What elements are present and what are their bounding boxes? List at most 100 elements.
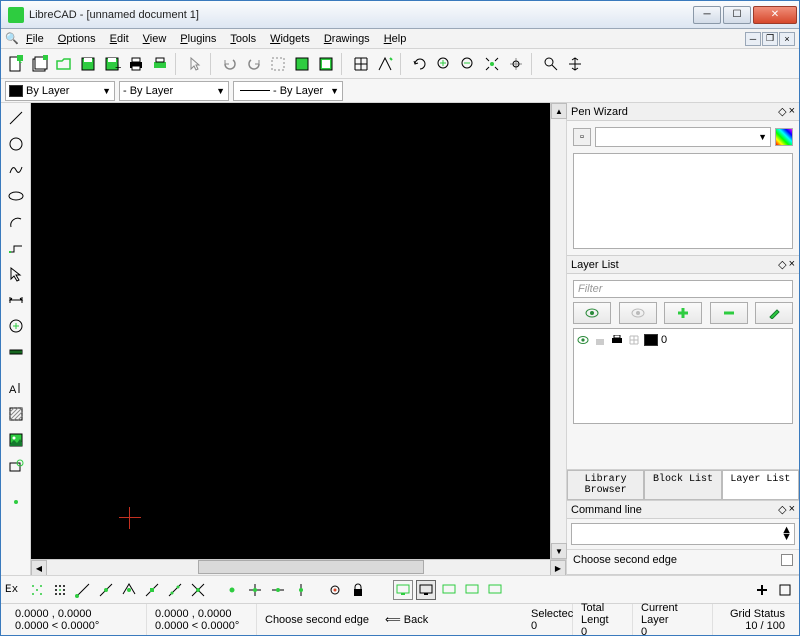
layer-color-combo[interactable]: By Layer ▼: [5, 81, 115, 101]
command-history[interactable]: ▲▼: [571, 523, 795, 545]
menu-plugins[interactable]: Plugins: [173, 31, 223, 47]
history-down-icon[interactable]: ▼: [781, 534, 792, 541]
show-all-layers-icon[interactable]: [573, 302, 611, 324]
restrict-nothing-icon[interactable]: [222, 580, 242, 600]
menu-file[interactable]: File: [19, 31, 51, 47]
maximize-button[interactable]: ☐: [723, 6, 751, 24]
tab-layer-list[interactable]: Layer List: [722, 470, 799, 500]
construction-icon[interactable]: [627, 333, 641, 347]
print-preview-icon[interactable]: [149, 53, 171, 75]
lock-relative-zero-icon[interactable]: [348, 580, 368, 600]
undo-icon[interactable]: [219, 53, 241, 75]
save-icon[interactable]: [77, 53, 99, 75]
drawing-canvas[interactable]: [31, 103, 550, 559]
save-as-icon[interactable]: +: [101, 53, 123, 75]
undock-icon[interactable]: ◇: [778, 105, 786, 118]
select-tool-icon[interactable]: [5, 263, 27, 285]
eye-icon[interactable]: [576, 333, 590, 347]
lock-icon[interactable]: [593, 333, 607, 347]
restrict-vertical-icon[interactable]: [291, 580, 311, 600]
back-arrow-icon[interactable]: ⟸: [385, 613, 401, 626]
fullscreen2-icon[interactable]: [315, 53, 337, 75]
scroll-left-icon[interactable]: ◀: [31, 560, 47, 575]
close-panel-icon[interactable]: ×: [789, 503, 795, 516]
monitor4-icon[interactable]: [462, 580, 482, 600]
new-sheet-icon[interactable]: [29, 53, 51, 75]
restrict-horizontal-icon[interactable]: [268, 580, 288, 600]
view-frame-icon[interactable]: [775, 580, 795, 600]
menu-options[interactable]: Options: [51, 31, 103, 47]
close-button[interactable]: ✕: [753, 6, 797, 24]
open-file-icon[interactable]: [53, 53, 75, 75]
fullscreen-icon[interactable]: [291, 53, 313, 75]
tab-block-list[interactable]: Block List: [644, 470, 721, 500]
layer-filter-input[interactable]: Filter: [573, 280, 793, 298]
layer-list[interactable]: 0: [573, 328, 793, 424]
mdi-close[interactable]: ×: [779, 32, 795, 46]
snap-intersection-icon[interactable]: [188, 580, 208, 600]
search-icon[interactable]: 🔍: [5, 32, 19, 45]
scroll-right-icon[interactable]: ▶: [550, 560, 566, 575]
layer-style-combo[interactable]: - By Layer ▼: [233, 81, 343, 101]
monitor5-icon[interactable]: [485, 580, 505, 600]
cut-icon[interactable]: [267, 53, 289, 75]
monitor2-icon[interactable]: [416, 580, 436, 600]
tab-library-browser[interactable]: Library Browser: [567, 470, 644, 500]
hide-all-layers-icon[interactable]: [619, 302, 657, 324]
block-tool-icon[interactable]: [5, 455, 27, 477]
horizontal-scrollbar[interactable]: ◀ ▶: [31, 559, 566, 575]
menu-edit[interactable]: Edit: [103, 31, 136, 47]
snap-on-entity-icon[interactable]: [96, 580, 116, 600]
restrict-orthogonal-icon[interactable]: [245, 580, 265, 600]
dimension-tool-icon[interactable]: [5, 289, 27, 311]
snap-middle-icon[interactable]: [142, 580, 162, 600]
snap-center-icon[interactable]: [119, 580, 139, 600]
draft-icon[interactable]: [374, 53, 396, 75]
layer-width-combo[interactable]: - By Layer ▼: [119, 81, 229, 101]
close-panel-icon[interactable]: ×: [789, 258, 795, 271]
redo-icon[interactable]: [243, 53, 265, 75]
menu-drawings[interactable]: Drawings: [317, 31, 377, 47]
snap-distance-icon[interactable]: [165, 580, 185, 600]
undock-icon[interactable]: ◇: [778, 503, 786, 516]
minimize-button[interactable]: ─: [693, 6, 721, 24]
image-tool-icon[interactable]: [5, 429, 27, 451]
zoom-in-icon[interactable]: [433, 53, 455, 75]
relative-zero-icon[interactable]: [325, 580, 345, 600]
measure-tool-icon[interactable]: [5, 341, 27, 363]
scroll-thumb[interactable]: [198, 560, 424, 574]
cursor-icon[interactable]: [184, 53, 206, 75]
snap-free-icon[interactable]: [27, 580, 47, 600]
hatch-tool-icon[interactable]: [5, 403, 27, 425]
mdi-minimize[interactable]: ─: [745, 32, 761, 46]
add-view-icon[interactable]: [752, 580, 772, 600]
remove-layer-icon[interactable]: [710, 302, 748, 324]
command-options-icon[interactable]: [781, 554, 793, 566]
zoom-extents-icon[interactable]: [481, 53, 503, 75]
color-picker-icon[interactable]: [775, 128, 793, 146]
add-layer-icon[interactable]: [664, 302, 702, 324]
layer-row[interactable]: 0: [576, 331, 790, 349]
zoom-out-icon[interactable]: [457, 53, 479, 75]
scroll-down-icon[interactable]: ▼: [551, 543, 567, 559]
polyline-tool-icon[interactable]: [5, 237, 27, 259]
print-icon[interactable]: [125, 53, 147, 75]
zoom-previous-icon[interactable]: [505, 53, 527, 75]
curve-tool-icon[interactable]: [5, 159, 27, 181]
monitor1-icon[interactable]: [393, 580, 413, 600]
circle-tool-icon[interactable]: [5, 133, 27, 155]
edit-layer-icon[interactable]: [755, 302, 793, 324]
modify-tool-icon[interactable]: [5, 315, 27, 337]
arc-tool-icon[interactable]: [5, 211, 27, 233]
line-tool-icon[interactable]: [5, 107, 27, 129]
text-tool-icon[interactable]: A: [5, 377, 27, 399]
menu-widgets[interactable]: Widgets: [263, 31, 317, 47]
pen-combo[interactable]: ▼: [595, 127, 771, 147]
menu-view[interactable]: View: [136, 31, 174, 47]
new-file-icon[interactable]: [5, 53, 27, 75]
point-tool-icon[interactable]: [5, 491, 27, 513]
menu-help[interactable]: Help: [377, 31, 414, 47]
vertical-scrollbar[interactable]: ▲ ▼: [550, 103, 566, 559]
menu-tools[interactable]: Tools: [223, 31, 263, 47]
back-label[interactable]: Back: [404, 614, 428, 626]
